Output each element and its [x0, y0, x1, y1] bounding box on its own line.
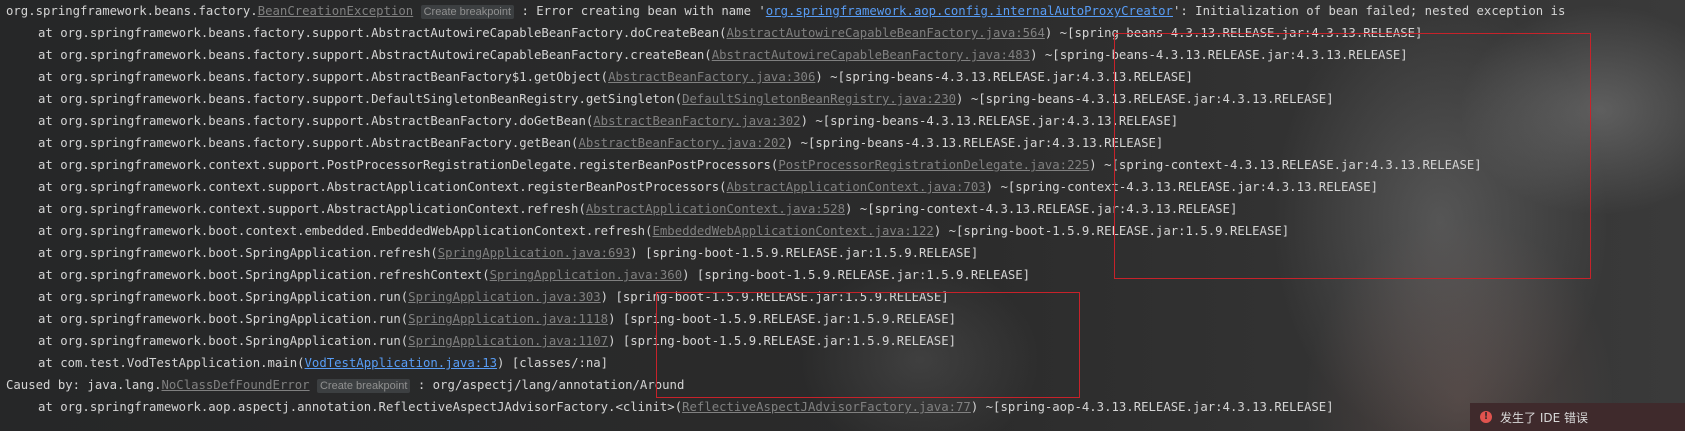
frame-source-link[interactable]: AbstractAutowireCapableBeanFactory.java:… [727, 26, 1045, 40]
highlight-box-spring-versions [1114, 33, 1591, 279]
frame-source-link[interactable]: AbstractApplicationContext.java:528 [586, 202, 845, 216]
frame-method: at com.test.VodTestApplication.main( [38, 356, 305, 370]
frame-method: at org.springframework.aop.aspectj.annot… [38, 400, 683, 414]
stack-frame-line: at org.springframework.context.support.A… [38, 198, 1237, 220]
frame-source-link[interactable]: DefaultSingletonBeanRegistry.java:230 [682, 92, 956, 106]
frame-jar: ) [spring-boot-1.5.9.RELEASE.jar:1.5.9.R… [630, 246, 979, 260]
frame-method: at org.springframework.context.support.A… [38, 180, 727, 194]
stack-frame-line: at org.springframework.beans.factory.sup… [38, 110, 1178, 132]
caused-by-line: Caused by: java.lang.NoClassDefFoundErro… [6, 374, 684, 396]
frame-method: at org.springframework.boot.SpringApplic… [38, 246, 438, 260]
frame-method: at org.springframework.beans.factory.sup… [38, 136, 579, 150]
caused-by-prefix: Caused by: java.lang. [6, 378, 162, 392]
frame-source-link[interactable]: PostProcessorRegistrationDelegate.java:2… [778, 158, 1089, 172]
error-icon: ! [1480, 411, 1492, 423]
notification-text: 发生了 IDE 错误 [1500, 410, 1588, 425]
stack-frame-line: at org.springframework.beans.factory.sup… [38, 132, 1163, 154]
highlight-box-boot-versions [656, 292, 1080, 398]
frame-source-link[interactable]: AbstractBeanFactory.java:302 [593, 114, 800, 128]
frame-source-link[interactable]: SpringApplication.java:1118 [408, 312, 608, 326]
stack-frame-line: at org.springframework.aop.aspectj.annot… [38, 396, 1334, 418]
frame-method: at org.springframework.boot.SpringApplic… [38, 290, 409, 304]
frame-jar: ) [classes/:na] [497, 356, 609, 370]
frame-jar: ) [spring-boot-1.5.9.RELEASE.jar:1.5.9.R… [682, 268, 1031, 282]
frame-source-link[interactable]: SpringApplication.java:303 [408, 290, 601, 304]
frame-source-link[interactable]: SpringApplication.java:1107 [408, 334, 608, 348]
exception-header-line: org.springframework.beans.factory.BeanCr… [6, 0, 1565, 22]
frame-method: at org.springframework.beans.factory.sup… [38, 48, 712, 62]
frame-source-link[interactable]: EmbeddedWebApplicationContext.java:122 [652, 224, 933, 238]
frame-source-link[interactable]: VodTestApplication.java:13 [305, 356, 498, 370]
caused-by-message: : org/aspectj/lang/annotation/Around [410, 378, 685, 392]
stack-frame-line: at org.springframework.beans.factory.sup… [38, 66, 1193, 88]
stack-frame-line: at org.springframework.boot.SpringApplic… [38, 242, 978, 264]
frame-method: at org.springframework.context.support.P… [38, 158, 779, 172]
frame-source-link[interactable]: SpringApplication.java:693 [438, 246, 631, 260]
frame-source-link[interactable]: ReflectiveAspectJAdvisorFactory.java:77 [682, 400, 971, 414]
error-message-end: ': Initialization of bean failed; nested… [1172, 4, 1566, 18]
frame-jar: ) ~[spring-aop-4.3.13.RELEASE.jar:4.3.13… [970, 400, 1334, 414]
bean-name-link[interactable]: org.springframework.aop.config.internalA… [766, 4, 1173, 18]
frame-method: at org.springframework.beans.factory.sup… [38, 92, 683, 106]
frame-source-link[interactable]: AbstractBeanFactory.java:306 [608, 70, 815, 84]
frame-method: at org.springframework.boot.SpringApplic… [38, 268, 490, 282]
frame-source-link[interactable]: SpringApplication.java:360 [490, 268, 683, 282]
frame-method: at org.springframework.beans.factory.sup… [38, 114, 594, 128]
frame-jar: ) ~[spring-beans-4.3.13.RELEASE.jar:4.3.… [785, 136, 1164, 150]
stack-frame-line: at org.springframework.boot.context.embe… [38, 220, 1289, 242]
create-breakpoint-button[interactable]: Create breakpoint [420, 5, 515, 19]
frame-method: at org.springframework.beans.factory.sup… [38, 26, 727, 40]
create-breakpoint-button[interactable]: Create breakpoint [316, 379, 411, 393]
frame-source-link[interactable]: AbstractAutowireCapableBeanFactory.java:… [712, 48, 1030, 62]
frame-method: at org.springframework.beans.factory.sup… [38, 70, 609, 84]
caused-by-exception-link[interactable]: NoClassDefFoundError [161, 378, 309, 392]
exception-package: org.springframework.beans.factory. [6, 4, 258, 18]
frame-source-link[interactable]: AbstractApplicationContext.java:703 [727, 180, 986, 194]
error-message: : Error creating bean with name ' [514, 4, 766, 18]
ide-error-notification[interactable]: ! 发生了 IDE 错误 [1470, 403, 1685, 431]
frame-method: at org.springframework.boot.SpringApplic… [38, 312, 409, 326]
frame-method: at org.springframework.boot.SpringApplic… [38, 334, 409, 348]
stack-frame-line: at org.springframework.boot.SpringApplic… [38, 264, 1030, 286]
frame-source-link[interactable]: AbstractBeanFactory.java:202 [578, 136, 785, 150]
frame-method: at org.springframework.context.support.A… [38, 202, 586, 216]
exception-class-link[interactable]: BeanCreationException [258, 4, 413, 18]
frame-method: at org.springframework.boot.context.embe… [38, 224, 653, 238]
stack-frame-line: at com.test.VodTestApplication.main(VodT… [38, 352, 608, 374]
